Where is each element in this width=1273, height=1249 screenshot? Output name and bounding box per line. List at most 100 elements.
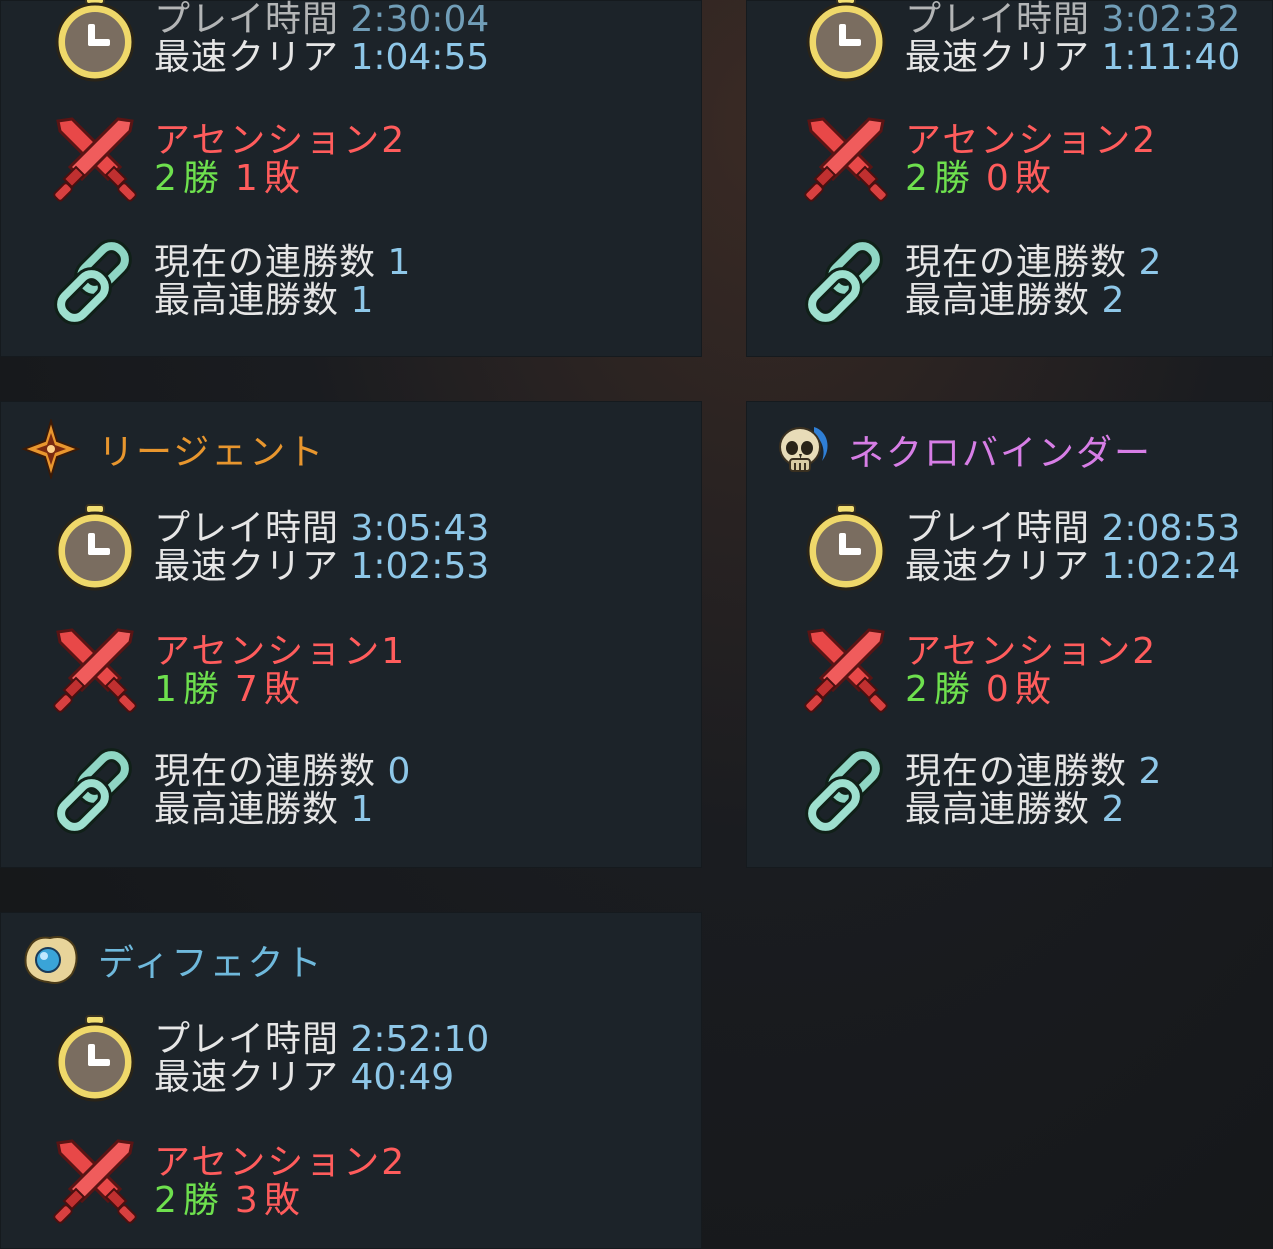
character-name: ディフェクト <box>98 943 324 984</box>
fastest-clear-label: 最速クリア <box>154 546 340 587</box>
streak-row: 現在の連勝数 1 最高連勝数 1 <box>50 237 410 327</box>
best-streak-value: 2 <box>1101 280 1125 321</box>
ascension-row: アセンション2 2勝0敗 <box>801 115 1157 205</box>
streak-row: 現在の連勝数 0 最高連勝数 1 <box>50 746 410 836</box>
fastest-clear-label: 最速クリア <box>905 546 1091 587</box>
ascension-value: 2 <box>381 120 407 161</box>
ascension-value: 2 <box>381 1142 407 1183</box>
character-header: リージェント <box>22 419 325 479</box>
playtime-row: プレイ時間 2:30:04 最速クリア 1:04:55 <box>50 0 489 84</box>
best-streak-value: 1 <box>350 789 374 830</box>
wins-label: 勝 <box>182 669 221 710</box>
character-header: ネクロバインダー <box>774 421 1152 479</box>
best-streak-value: 1 <box>350 280 374 321</box>
character-name: ネクロバインダー <box>848 433 1153 474</box>
wins-label: 勝 <box>182 158 221 199</box>
ascension-value: 2 <box>1132 631 1158 672</box>
playtime-row: プレイ時間 2:52:10 最速クリア 40:49 <box>50 1014 489 1104</box>
stopwatch-icon <box>50 1014 140 1104</box>
ascension-label: アセンション <box>154 120 382 161</box>
ascension-label: アセンション <box>905 631 1133 672</box>
ascension-row: アセンション2 2勝3敗 <box>50 1137 406 1227</box>
playtime-label: プレイ時間 <box>905 508 1091 549</box>
losses-label: 敗 <box>263 158 302 199</box>
current-streak-value: 0 <box>387 751 411 792</box>
fastest-clear-value: 1:11:40 <box>1101 37 1241 78</box>
stopwatch-icon <box>801 503 891 593</box>
ascension-value: 2 <box>1132 120 1158 161</box>
ascension-row: アセンション2 2勝1敗 <box>50 115 406 205</box>
fastest-clear-value: 40:49 <box>350 1057 455 1098</box>
playtime-value: 2:08:53 <box>1101 508 1241 549</box>
losses-label: 敗 <box>1014 669 1053 710</box>
current-streak-value: 2 <box>1138 751 1162 792</box>
current-streak-value: 2 <box>1138 242 1162 283</box>
character-header: ディフェクト <box>22 932 323 988</box>
wins-value: 2 <box>154 158 179 199</box>
chain-icon <box>50 237 140 327</box>
character-card-regent: リージェント プレイ時間 3:05:43 最速クリア 1:02:53 アセンショ… <box>0 401 702 868</box>
ascension-value: 1 <box>381 631 407 672</box>
losses-value: 3 <box>234 1180 260 1221</box>
ascension-row: アセンション1 1勝7敗 <box>50 626 406 716</box>
character-card-defect: ディフェクト プレイ時間 2:52:10 最速クリア 40:49 アセンション2… <box>0 912 702 1249</box>
losses-label: 敗 <box>1014 158 1053 199</box>
fastest-clear-label: 最速クリア <box>905 37 1091 78</box>
playtime-row: プレイ時間 3:05:43 最速クリア 1:02:53 <box>50 503 489 593</box>
crossed-swords-icon <box>50 626 140 716</box>
chain-icon <box>50 746 140 836</box>
regent-star-icon <box>22 419 80 479</box>
character-card-necrobinder: ネクロバインダー プレイ時間 2:08:53 最速クリア 1:02:24 アセン… <box>746 401 1273 868</box>
stopwatch-icon <box>50 503 140 593</box>
stopwatch-icon <box>801 0 891 84</box>
wins-label: 勝 <box>933 158 972 199</box>
losses-value: 0 <box>985 158 1011 199</box>
chain-icon <box>801 746 891 836</box>
losses-value: 1 <box>234 158 260 199</box>
current-streak-label: 現在の連勝数 <box>905 751 1128 792</box>
current-streak-label: 現在の連勝数 <box>154 242 377 283</box>
wins-value: 1 <box>154 669 179 710</box>
best-streak-label: 最高連勝数 <box>154 280 340 321</box>
ascension-label: アセンション <box>154 631 382 672</box>
skull-icon <box>779 427 828 472</box>
ascension-row: アセンション2 2勝0敗 <box>801 626 1157 716</box>
playtime-label: プレイ時間 <box>154 0 340 40</box>
wins-value: 2 <box>154 1180 179 1221</box>
orb-icon <box>24 936 78 984</box>
streak-row: 現在の連勝数 2 最高連勝数 2 <box>801 746 1161 836</box>
character-name: リージェント <box>98 432 326 473</box>
playtime-label: プレイ時間 <box>154 508 340 549</box>
ascension-label: アセンション <box>154 1142 382 1183</box>
current-streak-value: 1 <box>387 242 411 283</box>
playtime-value: 2:30:04 <box>350 0 490 40</box>
fastest-clear-label: 最速クリア <box>154 37 340 78</box>
losses-value: 0 <box>985 669 1011 710</box>
best-streak-label: 最高連勝数 <box>905 789 1091 830</box>
fastest-clear-value: 1:04:55 <box>350 37 490 78</box>
wins-value: 2 <box>905 669 930 710</box>
playtime-row: プレイ時間 2:08:53 最速クリア 1:02:24 <box>801 503 1240 593</box>
crossed-swords-icon <box>50 115 140 205</box>
best-streak-label: 最高連勝数 <box>905 280 1091 321</box>
fastest-clear-label: 最速クリア <box>154 1057 340 1098</box>
playtime-label: プレイ時間 <box>154 1019 340 1060</box>
crossed-swords-icon <box>801 626 891 716</box>
playtime-value: 3:05:43 <box>350 508 490 549</box>
losses-label: 敗 <box>263 669 302 710</box>
best-streak-label: 最高連勝数 <box>154 789 340 830</box>
character-card-2: プレイ時間 3:02:32 最速クリア 1:11:40 アセンション2 2勝0敗… <box>746 0 1273 357</box>
fastest-clear-value: 1:02:24 <box>1101 546 1241 587</box>
playtime-value: 2:52:10 <box>350 1019 490 1060</box>
current-streak-label: 現在の連勝数 <box>905 242 1128 283</box>
playtime-value: 3:02:32 <box>1101 0 1241 40</box>
wins-label: 勝 <box>933 669 972 710</box>
losses-value: 7 <box>234 669 260 710</box>
character-card-1: プレイ時間 2:30:04 最速クリア 1:04:55 アセンション2 2勝1敗… <box>0 0 702 357</box>
best-streak-value: 2 <box>1101 789 1125 830</box>
ascension-label: アセンション <box>905 120 1133 161</box>
streak-row: 現在の連勝数 2 最高連勝数 2 <box>801 237 1161 327</box>
playtime-label: プレイ時間 <box>905 0 1091 40</box>
wins-label: 勝 <box>182 1180 221 1221</box>
current-streak-label: 現在の連勝数 <box>154 751 377 792</box>
